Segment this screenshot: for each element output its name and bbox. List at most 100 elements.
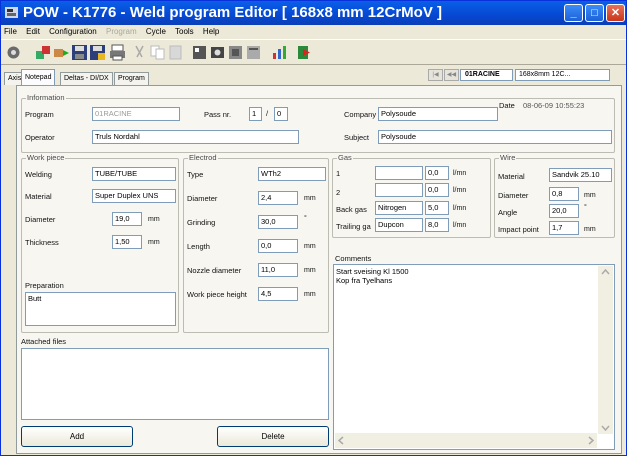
settings-gear-icon[interactable]	[5, 44, 22, 61]
impact-point-field[interactable]: 1,7	[549, 221, 579, 235]
information-group: Information Program 01RACINE Pass nr. 1 …	[21, 93, 615, 153]
length-label: Length	[187, 242, 210, 251]
wire-material-field[interactable]: Sandvik 25.10	[549, 168, 612, 182]
gas-2-name-field[interactable]	[375, 183, 423, 197]
electrode-type-label: Type	[187, 170, 204, 179]
wire-group: Wire Material Sandvik 25.10 Diameter 0,8…	[494, 153, 615, 238]
first-icon: |◀	[432, 72, 439, 78]
menu-cycle[interactable]: Cycle	[146, 27, 166, 36]
minimize-button[interactable]: _	[564, 4, 583, 22]
angle-field[interactable]: 20,0	[549, 204, 579, 218]
preparation-label: Preparation	[25, 281, 64, 290]
program-field[interactable]: 01RACINE	[92, 107, 180, 121]
gas-2-flow-field[interactable]: 0,0	[425, 183, 449, 197]
prev-icon: ◀◀	[446, 72, 457, 78]
delete-file-button[interactable]: Delete	[217, 426, 329, 447]
tab-program[interactable]: Program	[114, 72, 149, 85]
subject-field[interactable]: Polysoude	[378, 130, 612, 144]
first-program-button[interactable]: |◀	[428, 69, 443, 81]
add-file-button[interactable]: Add	[21, 426, 133, 447]
angle-label: Angle	[498, 208, 518, 217]
gas-group: Gas 1 0,0 l/mn 2 0,0 l/mn Back gas Nitro…	[332, 153, 491, 238]
machine-icon[interactable]	[35, 44, 52, 61]
diameter-unit: mm	[148, 216, 160, 223]
save-as-icon[interactable]	[89, 44, 106, 61]
sequence-icon[interactable]	[227, 44, 244, 61]
workpiece-height-field[interactable]: 4,5	[258, 287, 298, 301]
print-icon[interactable]	[109, 44, 126, 61]
main-window: POW - K1776 - Weld program Editor [ 168x…	[0, 0, 627, 456]
close-icon: ✕	[610, 7, 621, 19]
pass-separator: /	[266, 109, 269, 118]
transfer-icon[interactable]	[53, 44, 70, 61]
nozzle-diameter-field[interactable]: 11,0	[258, 263, 298, 277]
pass-total-field[interactable]: 0	[274, 107, 288, 121]
comments-vertical-scrollbar[interactable]	[598, 266, 613, 434]
trailing-gas-flow-field[interactable]: 8,0	[425, 218, 449, 232]
impact-point-unit: mm	[584, 226, 596, 233]
menu-tools[interactable]: Tools	[175, 27, 194, 36]
material-field[interactable]: Super Duplex UNS	[92, 189, 176, 203]
date-label: Date	[499, 101, 515, 110]
chart-icon[interactable]	[271, 44, 288, 61]
preparation-field[interactable]: Butt	[25, 292, 176, 326]
company-field[interactable]: Polysoude	[378, 107, 498, 121]
electrode-group: Electrod Type WTh2 Diameter 2,4 mm Grind…	[183, 153, 329, 333]
wire-diameter-unit: mm	[584, 192, 596, 199]
trailing-gas-name-field[interactable]: Dupcon	[375, 218, 423, 232]
operator-field[interactable]: Truls Nordahl	[92, 130, 299, 144]
cut-icon[interactable]	[131, 44, 148, 61]
menu-help[interactable]: Help	[203, 27, 219, 36]
table-icon[interactable]	[245, 44, 262, 61]
close-button[interactable]: ✕	[606, 4, 625, 22]
pass-number-field[interactable]: 1	[249, 107, 262, 121]
diameter-label: Diameter	[25, 215, 56, 224]
weld-icon[interactable]	[209, 44, 226, 61]
exit-icon[interactable]	[295, 44, 312, 61]
electrode-type-field[interactable]: WTh2	[258, 167, 326, 181]
maximize-button[interactable]: □	[585, 4, 604, 22]
save-icon[interactable]	[71, 44, 88, 61]
information-title: Information	[26, 93, 66, 103]
thickness-field[interactable]: 1,50	[112, 235, 142, 249]
scroll-down-icon[interactable]	[598, 422, 613, 434]
comments-textarea[interactable]: Start sveising Kl 1500 Kop fra Tyelhans	[333, 264, 615, 450]
wire-diameter-field[interactable]: 0,8	[549, 187, 579, 201]
program-icon[interactable]	[191, 44, 208, 61]
operator-label: Operator	[25, 133, 55, 142]
electrode-diameter-unit: mm	[304, 195, 316, 202]
tab-deltas[interactable]: Deltas - DI/DX	[60, 72, 113, 85]
tab-strip: Axis Notepad Deltas - DI/DX Program |◀ ◀…	[1, 67, 626, 85]
length-field[interactable]: 0,0	[258, 239, 298, 253]
prev-program-button[interactable]: ◀◀	[444, 69, 459, 81]
gas-1-flow-field[interactable]: 0,0	[425, 166, 449, 180]
workpiece-height-label: Work piece height	[187, 290, 247, 299]
attached-files-list[interactable]	[21, 348, 329, 420]
gas-1-name-field[interactable]	[375, 166, 423, 180]
paste-icon[interactable]	[167, 44, 184, 61]
welding-field[interactable]: TUBE/TUBE	[92, 167, 176, 181]
menu-configuration[interactable]: Configuration	[49, 27, 97, 36]
workpiece-title: Work piece	[26, 153, 66, 163]
electrode-diameter-field[interactable]: 2,4	[258, 191, 298, 205]
diameter-field[interactable]: 19,0	[112, 212, 142, 226]
scroll-up-icon[interactable]	[598, 266, 613, 278]
menu-file[interactable]: File	[4, 27, 17, 36]
menu-edit[interactable]: Edit	[26, 27, 40, 36]
program-name-display: 01RACINE	[460, 69, 513, 81]
back-gas-name-field[interactable]: Nitrogen	[375, 201, 423, 215]
scroll-right-icon[interactable]	[585, 433, 597, 448]
back-gas-flow-field[interactable]: 5,0	[425, 201, 449, 215]
tab-notepad[interactable]: Notepad	[21, 69, 56, 85]
pass-label: Pass nr.	[204, 110, 232, 119]
comments-horizontal-scrollbar[interactable]	[335, 433, 597, 448]
electrode-diameter-label: Diameter	[187, 194, 218, 203]
menu-program[interactable]: Program	[106, 27, 137, 36]
grinding-field[interactable]: 30,0	[258, 215, 298, 229]
title-bar[interactable]: POW - K1776 - Weld program Editor [ 168x…	[1, 1, 626, 25]
thickness-unit: mm	[148, 239, 160, 246]
menu-bar: File Edit Configuration Program Cycle To…	[1, 25, 626, 38]
copy-icon[interactable]	[149, 44, 166, 61]
scroll-left-icon[interactable]	[335, 433, 347, 448]
thickness-label: Thickness	[25, 238, 59, 247]
